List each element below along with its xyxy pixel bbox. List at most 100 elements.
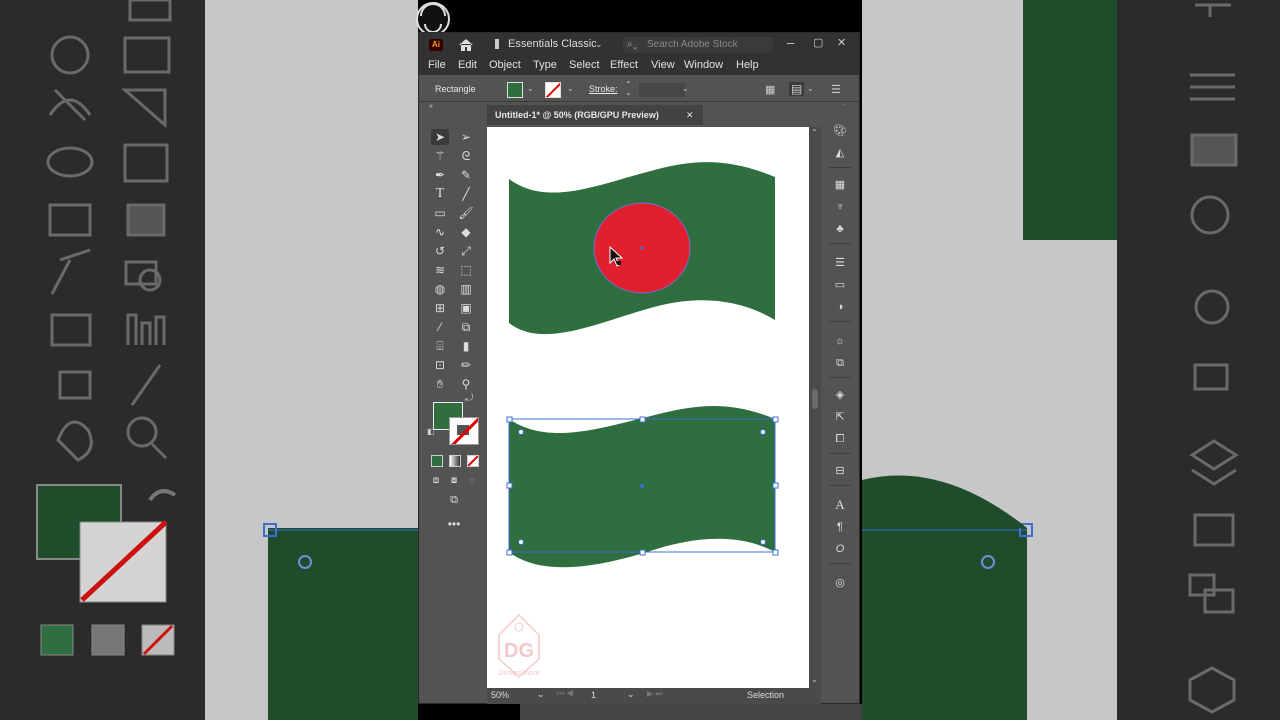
layers-panel-icon[interactable]: ◈	[831, 387, 849, 403]
menu-object[interactable]: Object	[489, 59, 521, 71]
artboard[interactable]: DG DesignGhore	[487, 127, 809, 688]
color-panel-icon[interactable]: 🎨︎	[831, 123, 849, 139]
selection-tool-icon[interactable]: ➤	[431, 129, 449, 145]
gradient-panel-icon[interactable]: ▭	[831, 277, 849, 293]
brushes-panel-icon[interactable]: ♆	[831, 199, 849, 215]
last-artboard-icon[interactable]: ▶ ⏭	[647, 689, 663, 699]
paragraph-panel-icon[interactable]: ¶	[831, 519, 849, 535]
document-tab-bar: Untitled-1* @ 50% (RGB/GPU Preview) ✕	[487, 105, 817, 125]
artboard-dropdown-icon[interactable]: ⌄	[627, 689, 635, 700]
align-grid-icon[interactable]: ▦	[765, 83, 775, 96]
slice-tool-icon[interactable]: ✏	[457, 357, 475, 373]
search-input[interactable]: ⌕⌄ Search Adobe Stock	[623, 37, 773, 53]
artboards-panel-icon[interactable]: ⧠	[831, 431, 849, 447]
stroke-color-indicator[interactable]	[449, 417, 479, 445]
scroll-up-icon[interactable]: ⌃	[811, 128, 818, 137]
magic-wand-tool-icon[interactable]: ⚚	[431, 148, 449, 164]
home-icon[interactable]	[457, 37, 475, 53]
scroll-down-icon[interactable]: ⌄	[811, 675, 818, 684]
default-colors-icon[interactable]: ◧	[427, 427, 435, 436]
appearance-panel-icon[interactable]: ☼	[831, 333, 849, 349]
stroke-dropdown-icon[interactable]: ⌄	[567, 84, 574, 93]
character-panel-icon[interactable]: A	[831, 497, 849, 513]
zoom-tool-icon[interactable]: ⚲	[457, 376, 475, 392]
graphic-styles-panel-icon[interactable]: ⧉	[831, 355, 849, 371]
shaper-tool-icon[interactable]: ∿	[431, 224, 449, 240]
zoom-dropdown-icon[interactable]: ⌄	[537, 689, 545, 700]
stroke-panel-icon[interactable]: ☰	[831, 255, 849, 271]
panel-toggle-icon[interactable]	[495, 39, 499, 49]
paintbrush-tool-icon[interactable]: 🖌︎	[457, 205, 475, 221]
warp-tool-icon[interactable]: ≋	[431, 262, 449, 278]
artboard-number[interactable]: 1	[591, 690, 596, 700]
gradient-tool-icon[interactable]: ▣	[457, 300, 475, 316]
transform-dropdown-icon[interactable]: ⌄	[807, 84, 814, 93]
stroke-weight-field[interactable]	[639, 83, 685, 97]
line-tool-icon[interactable]: ╱	[457, 186, 475, 202]
stroke-color-swatch[interactable]	[545, 82, 561, 98]
menu-view[interactable]: View	[651, 59, 675, 71]
maximize-button[interactable]: ▢	[813, 36, 823, 49]
scale-tool-icon[interactable]: ⤢	[457, 243, 475, 259]
mesh-tool-icon[interactable]: ⊞	[431, 300, 449, 316]
edit-toolbar-icon[interactable]: •••	[445, 516, 463, 532]
tab-close-icon[interactable]: ✕	[686, 105, 694, 125]
color-mode-icon[interactable]	[431, 455, 443, 467]
stroke-weight-dropdown-icon[interactable]: ⌄	[682, 84, 689, 93]
shape-builder-tool-icon[interactable]: ◍	[431, 281, 449, 297]
draw-behind-icon[interactable]: ⧇	[445, 473, 463, 489]
color-guide-panel-icon[interactable]: ◭	[831, 145, 849, 161]
screen-mode-icon[interactable]: ⧉	[445, 492, 463, 508]
lasso-tool-icon[interactable]: ᘓ	[457, 148, 475, 164]
symbols-panel-icon[interactable]: ♣	[831, 221, 849, 237]
direct-selection-tool-icon[interactable]: ➢	[457, 129, 475, 145]
vertical-scrollbar[interactable]: ⌃ ⌄	[809, 127, 821, 688]
transparency-panel-icon[interactable]: ◑	[831, 299, 849, 315]
swatches-panel-icon[interactable]: ▦	[831, 177, 849, 193]
close-button[interactable]: ✕	[837, 36, 846, 49]
document-tab[interactable]: Untitled-1* @ 50% (RGB/GPU Preview) ✕	[487, 105, 703, 125]
scroll-thumb[interactable]	[812, 389, 818, 409]
fill-dropdown-icon[interactable]: ⌄	[527, 84, 534, 93]
free-transform-tool-icon[interactable]: ⬚	[457, 262, 475, 278]
blend-tool-icon[interactable]: ⧉	[457, 319, 475, 335]
symbol-sprayer-tool-icon[interactable]: ⌹	[431, 338, 449, 354]
swap-fill-stroke-icon[interactable]: ⤾	[465, 393, 473, 404]
perspective-grid-tool-icon[interactable]: ▥	[457, 281, 475, 297]
rotate-tool-icon[interactable]: ↺	[431, 243, 449, 259]
menu-select[interactable]: Select	[569, 59, 600, 71]
asset-export-panel-icon[interactable]: ⇱	[831, 409, 849, 425]
navigator-panel-icon[interactable]: ◎	[831, 575, 849, 591]
draw-normal-icon[interactable]: ⧈	[427, 473, 445, 489]
menu-edit[interactable]: Edit	[458, 59, 477, 71]
transform-icon[interactable]: ▤	[789, 82, 805, 96]
artboard-tool-icon[interactable]: ⊡	[431, 357, 449, 373]
workspace-switcher[interactable]: Essentials Classic	[508, 38, 597, 50]
none-mode-icon[interactable]	[467, 455, 479, 467]
eyedropper-tool-icon[interactable]: ⁄	[431, 319, 449, 335]
type-tool-icon[interactable]: T	[431, 186, 449, 202]
eraser-tool-icon[interactable]: ◆	[457, 224, 475, 240]
pen-tool-icon[interactable]: ✒	[431, 167, 449, 183]
zoom-level[interactable]: 50%	[491, 690, 509, 700]
column-graph-tool-icon[interactable]: ▮	[457, 338, 475, 354]
stroke-label[interactable]: Stroke:	[589, 84, 618, 94]
chevron-down-icon[interactable]: ⌄	[595, 39, 603, 50]
opentype-panel-icon[interactable]: O	[831, 541, 849, 557]
menu-type[interactable]: Type	[533, 59, 557, 71]
menu-help[interactable]: Help	[736, 59, 759, 71]
stroke-stepper-icon[interactable]: ⌃ ⌄	[625, 81, 632, 97]
draw-inside-icon[interactable]: ◌	[463, 473, 481, 489]
hand-tool-icon[interactable]: ✋︎	[431, 376, 449, 392]
rectangle-tool-icon[interactable]: ▭	[431, 205, 449, 221]
gradient-mode-icon[interactable]	[449, 455, 461, 467]
curvature-tool-icon[interactable]: ✎	[457, 167, 475, 183]
menu-list-icon[interactable]: ☰	[831, 83, 841, 96]
menu-effect[interactable]: Effect	[610, 59, 638, 71]
first-artboard-icon[interactable]: ⏮ ◀	[557, 689, 574, 699]
fill-color-swatch[interactable]	[507, 82, 523, 98]
libraries-panel-icon[interactable]: ⊟	[831, 463, 849, 479]
menu-window[interactable]: Window	[684, 59, 723, 71]
menu-file[interactable]: File	[428, 59, 446, 71]
minimize-button[interactable]: –	[787, 35, 794, 50]
